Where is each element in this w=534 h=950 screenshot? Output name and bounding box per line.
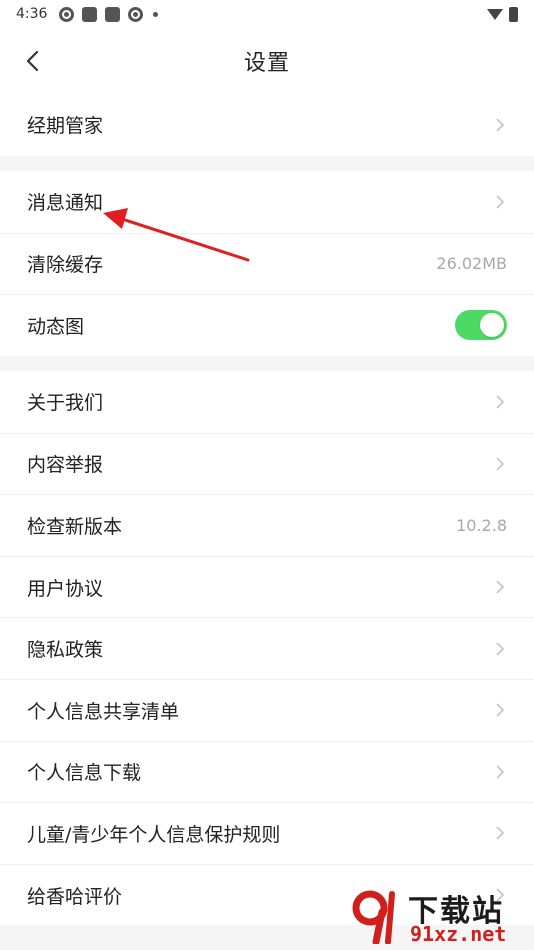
status-time: 4:36 (16, 6, 48, 22)
watermark-text-bottom: 91xz.net (410, 922, 507, 946)
version-value: 10.2.8 (456, 515, 507, 535)
chevron-right-icon (496, 826, 505, 841)
section-about: 关于我们 内容举报 检查新版本 10.2.8 用户协议 隐私政策 个人信息共享清… (0, 371, 534, 926)
settings-item-about-us[interactable]: 关于我们 (0, 371, 534, 433)
settings-item-info-download[interactable]: 个人信息下载 (0, 740, 534, 803)
settings-item-label: 经期管家 (27, 115, 104, 138)
watermark: 下载站 91xz.net (348, 886, 526, 946)
settings-item-label: 消息通知 (27, 192, 104, 215)
status-bar: 4:36 (0, 0, 534, 28)
chevron-right-icon (496, 118, 505, 132)
settings-item-child-protection[interactable]: 儿童/青少年个人信息保护规则 (0, 802, 534, 864)
chevron-right-icon (496, 457, 505, 471)
settings-item-label: 儿童/青少年个人信息保护规则 (27, 823, 281, 846)
chevron-right-icon (496, 580, 505, 594)
chevron-right-icon (496, 703, 505, 717)
chevron-left-icon[interactable] (20, 48, 46, 74)
notification-dot-icon (153, 11, 159, 17)
page-title: 设置 (243, 51, 290, 76)
settings-item-label: 清除缓存 (27, 254, 104, 277)
settings-item-check-update[interactable]: 检查新版本 10.2.8 (0, 494, 534, 556)
animated-images-toggle[interactable] (455, 310, 507, 341)
status-right (487, 6, 518, 22)
settings-item-report-content[interactable]: 内容举报 (0, 432, 534, 495)
settings-item-clear-cache[interactable]: 清除缓存 26.02MB (0, 232, 534, 295)
chevron-right-icon (496, 765, 505, 779)
settings-item-privacy-policy[interactable]: 隐私政策 (0, 617, 534, 679)
settings-item-label: 用户协议 (27, 577, 104, 600)
settings-item-label: 隐私政策 (27, 639, 104, 662)
header: 设置 (0, 28, 534, 94)
wifi-icon (487, 8, 503, 20)
chevron-right-icon (496, 395, 505, 409)
section-period: 经期管家 (0, 94, 534, 156)
chevron-right-icon (496, 642, 505, 656)
settings-item-label: 个人信息下载 (27, 762, 142, 785)
battery-icon (509, 6, 518, 22)
settings-item-period-manager[interactable]: 经期管家 (0, 94, 534, 156)
settings-item-info-sharing-list[interactable]: 个人信息共享清单 (0, 678, 534, 741)
settings-item-notifications[interactable]: 消息通知 (0, 171, 534, 233)
settings-screen: 4:36 设置 经期管家 消息通知 清除缓存 26.02MB 动态图 关于我们 … (0, 0, 534, 950)
settings-item-label: 给香哈评价 (27, 885, 123, 908)
watermark-logo-icon (352, 890, 395, 944)
chevron-right-icon (496, 195, 505, 209)
settings-item-label: 检查新版本 (27, 515, 123, 538)
settings-item-label: 动态图 (27, 315, 85, 338)
section-general: 消息通知 清除缓存 26.02MB 动态图 (0, 171, 534, 356)
settings-item-label: 内容举报 (27, 454, 104, 477)
settings-item-animated-images: 动态图 (0, 294, 534, 356)
app-square-icon (105, 6, 121, 22)
toggle-knob (480, 313, 504, 338)
settings-item-user-agreement[interactable]: 用户协议 (0, 555, 534, 618)
app-round-icon (59, 6, 75, 22)
settings-item-label: 关于我们 (27, 392, 104, 415)
settings-item-label: 个人信息共享清单 (27, 700, 180, 723)
app-round-icon (128, 6, 144, 22)
cache-size-value: 26.02MB (436, 254, 507, 274)
app-square-icon (82, 6, 98, 22)
